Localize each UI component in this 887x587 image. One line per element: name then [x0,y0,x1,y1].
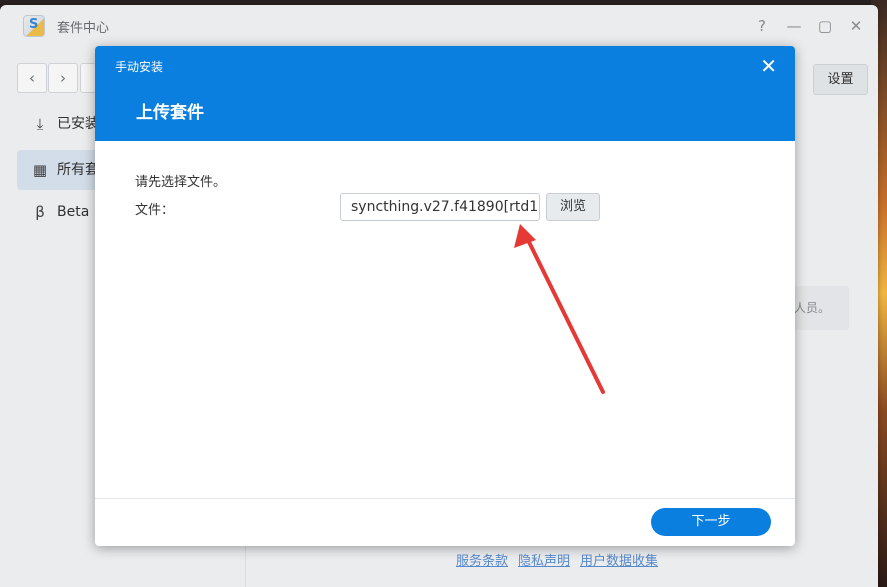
dialog-step-title: 上传套件 [136,103,204,123]
next-button[interactable]: 下一步 [651,508,771,536]
browse-button[interactable]: 浏览 [546,193,600,221]
dialog-footer-divider [95,498,795,499]
file-path-field[interactable]: syncthing.v27.f41890[rtd1 [340,193,540,221]
file-label: 文件： [135,203,175,218]
close-icon[interactable]: ✕ [760,54,777,78]
dialog-prompt: 请先选择文件。 [135,175,227,190]
manual-install-dialog: 手动安装 ✕ 上传套件 请先选择文件。 文件： syncthing.v27.f4… [95,46,795,546]
dialog-window-title: 手动安装 [115,60,164,74]
dialog-header: 手动安装 ✕ 上传套件 [95,46,795,141]
